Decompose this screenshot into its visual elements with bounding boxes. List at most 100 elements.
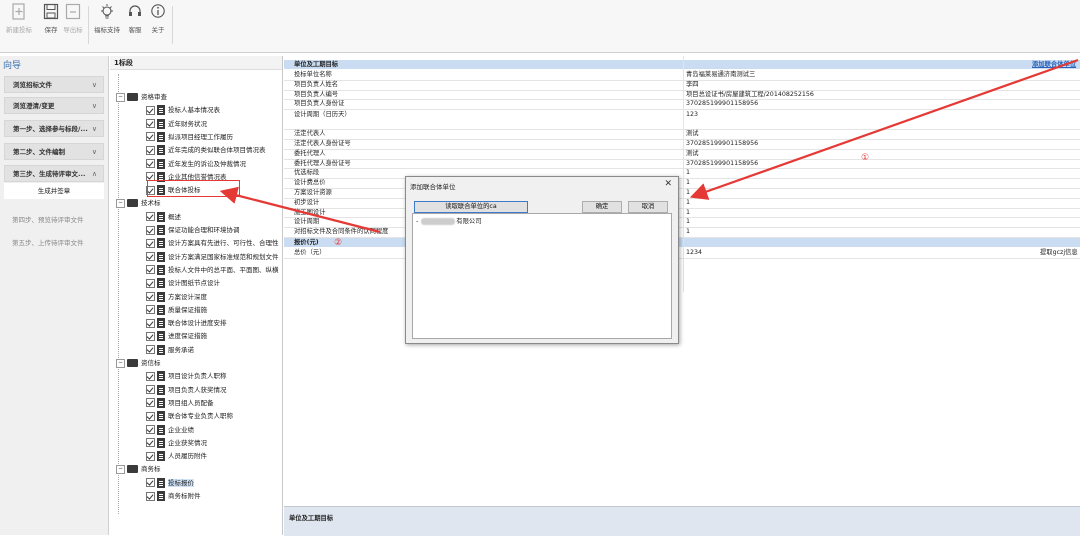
tree-item[interactable]: 项目组人员配备 [146,397,214,409]
collapse-icon[interactable]: − [116,358,125,368]
cancel-button[interactable]: 取消 [628,201,668,213]
checkbox[interactable] [146,105,155,115]
nav-step-1[interactable]: 第一步、选择参与标段/... ∨ [4,120,104,137]
tree-item[interactable]: 进度保证措施 [146,330,207,342]
new-bid-button[interactable]: 新建投标 [4,3,34,34]
field-value[interactable]: 370285199901158956 [686,139,1076,149]
tree-item[interactable]: 保证功能合理和环境协调 [146,224,240,236]
about-button[interactable]: 关于 [149,3,167,34]
confirm-button[interactable]: 确定 [582,201,622,213]
nav-step-2[interactable]: 第二步、文件编制 ∨ [4,143,104,160]
checkbox[interactable] [146,132,155,142]
tree-item[interactable]: 近年发生的诉讼及仲裁情况 [146,158,246,170]
checkbox[interactable] [146,212,155,222]
tree-item[interactable]: 近年完成的类似联合体项目情况表 [146,144,266,156]
collapse-icon[interactable]: − [116,198,125,208]
tree-item[interactable]: 联合体投标 [146,184,201,196]
nav-step-3[interactable]: 第三步、生成待评审文... ∧ [4,165,104,182]
tree-item[interactable]: 拟派项目经理工作履历 [146,131,233,143]
checkbox[interactable] [146,318,155,328]
customer-service-button[interactable]: 客服 [126,3,144,34]
checkbox[interactable] [146,159,155,168]
field-value[interactable]: 1234 [686,248,1076,258]
nav-step-view-clarification[interactable]: 浏览澄清/变更 ∨ [4,97,104,114]
tree-item[interactable]: 设计方案满足国家标准规范和规划文件 [146,251,279,263]
checkbox[interactable] [146,331,155,341]
checkbox[interactable] [146,425,155,434]
field-value[interactable]: 1 [686,208,1076,218]
checkbox[interactable] [146,451,155,461]
field-value[interactable]: 370285199901158956 [686,159,1076,169]
read-ca-button[interactable]: 读取联合单位的ca [414,201,528,213]
tree-item[interactable]: 人员履历附件 [146,450,207,462]
field-value[interactable]: 1 [686,217,1076,227]
checkbox[interactable] [146,345,155,355]
checkbox[interactable] [146,385,155,395]
tree-item[interactable]: 设计图纸节点设计 [146,277,220,289]
checkbox[interactable] [146,172,155,182]
nav-step-view-tender[interactable]: 浏览招标文件 ∨ [4,76,104,93]
list-item[interactable]: - 有限公司 [416,216,481,225]
field-value[interactable]: 测试 [686,129,1076,139]
tree-item[interactable]: 服务承诺 [146,344,194,356]
tree-group[interactable]: − 资信标 [116,357,161,369]
field-value[interactable]: 青岛福莱易通济南测试三 [686,70,1076,80]
field-value[interactable]: 1 [686,227,1076,237]
checkbox[interactable] [146,491,155,501]
tree-item[interactable]: 近年财务状况 [146,118,207,130]
add-consortium-link[interactable]: 添加联合体单位 [1032,60,1076,69]
checkbox[interactable] [146,185,155,195]
save-button[interactable]: 保存 [42,3,60,34]
field-value[interactable]: 1 [686,198,1076,208]
tree-item[interactable]: 企业业绩 [146,424,194,436]
checkbox[interactable] [146,145,155,155]
tree-item[interactable]: 投标人基本情况表 [146,104,220,116]
checkbox[interactable] [146,292,155,301]
checkbox[interactable] [146,119,155,129]
collapse-icon[interactable]: − [116,92,125,102]
tree-item[interactable]: 联合体设计进度安排 [146,317,227,329]
tree-item[interactable]: 方案设计深度 [146,291,207,303]
tree-item[interactable]: 商务标附件 [146,490,201,502]
checkbox[interactable] [146,371,155,381]
tree-group[interactable]: − 商务标 [116,463,161,475]
field-value[interactable]: 项目总设证书/房屋建筑工程/201408252156 [686,90,1076,100]
tree-item[interactable]: 联合体专业负责人职称 [146,410,233,422]
field-value[interactable]: 测试 [686,149,1076,159]
nav-step-4[interactable]: 第四步、预览待评审文件 [12,214,84,224]
checkbox[interactable] [146,398,155,408]
extract-gczj-button[interactable]: 提取gczj信息 [1040,248,1078,258]
tree-item[interactable]: 项目负责人获奖情况 [146,384,227,396]
support-button[interactable]: 福标支持 [92,3,122,34]
field-value[interactable]: 370285199901158956 [686,99,1076,109]
checkbox[interactable] [146,478,155,488]
tree-item[interactable]: 投标人文件中的总平面、平面图、纵横 [146,264,279,276]
tree-group[interactable]: − 资格审查 [116,91,167,103]
checkbox[interactable] [146,238,155,248]
tree-item[interactable]: 设计方案具有先进行、可行性、合理性 [146,237,279,249]
field-value[interactable]: 1 [686,178,1076,188]
export-button[interactable]: 导出标 [62,3,84,34]
field-value[interactable]: 123 [686,109,1076,121]
tree-item[interactable]: 投标报价 [146,477,194,489]
checkbox[interactable] [146,305,155,315]
tree-item[interactable]: 质量保证措施 [146,304,207,316]
field-value[interactable]: 1 [686,188,1076,198]
tree-item[interactable]: 项目设计负责人职称 [146,370,227,382]
checkbox[interactable] [146,252,155,262]
nav-step-5[interactable]: 第五步、上传待评审文件 [12,237,84,247]
close-icon[interactable]: ✕ [664,179,672,189]
tree-item[interactable]: 企业其他信誉情况表 [146,171,227,183]
checkbox[interactable] [146,411,155,421]
field-value[interactable]: 李四 [686,80,1076,90]
checkbox[interactable] [146,265,155,275]
collapse-icon[interactable]: − [116,464,125,474]
tree-group[interactable]: − 技术标 [116,197,161,209]
checkbox[interactable] [146,438,155,448]
tree-item[interactable]: 概述 [146,211,181,223]
checkbox[interactable] [146,225,155,235]
nav-generate-sign[interactable]: 生成并签章 [4,183,104,199]
checkbox[interactable] [146,278,155,288]
consortium-list[interactable]: - 有限公司 [412,213,672,339]
field-value[interactable]: 1 [686,168,1076,178]
